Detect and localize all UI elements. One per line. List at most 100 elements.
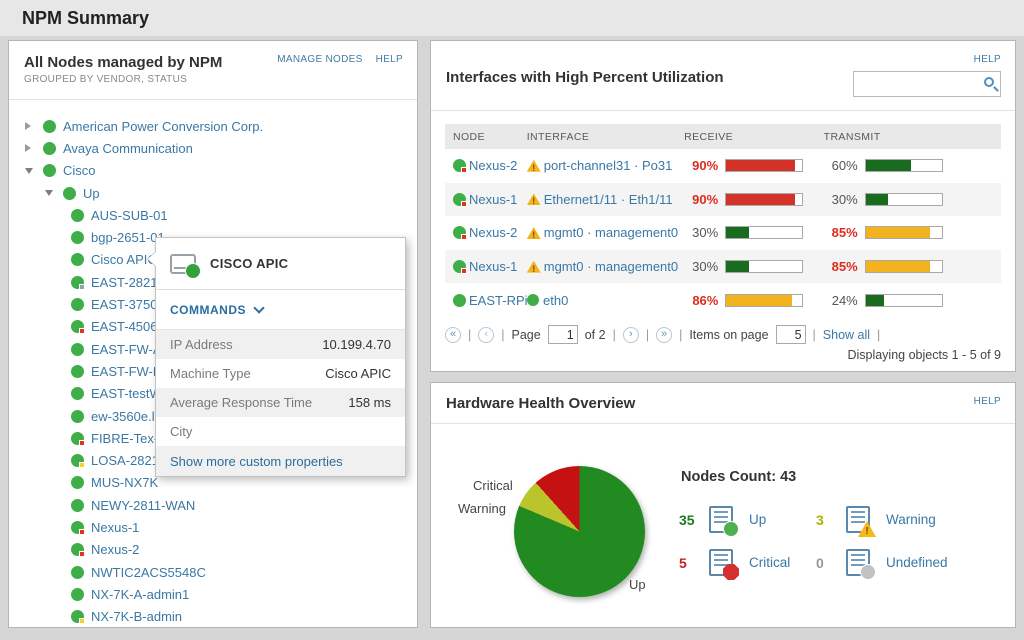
legend-item-up[interactable]: 35Up	[679, 499, 816, 540]
utilization-percent: 60%	[824, 158, 858, 173]
tree-item-american-power-conversion-corp[interactable]: American Power Conversion Corp.	[9, 115, 417, 137]
status-badge-yellow	[79, 462, 85, 468]
utilization-bar	[725, 193, 803, 206]
node-status-up-icon	[71, 432, 84, 445]
utilization-bar-fill	[866, 227, 931, 238]
utilization-percent: 30%	[684, 259, 718, 274]
collapse-arrow-icon[interactable]	[45, 190, 63, 196]
tree-item-nwtic2acs5548c[interactable]: NWTIC2ACS5548C	[9, 561, 417, 583]
panel-title: Interfaces with High Percent Utilization	[446, 69, 724, 86]
node-link[interactable]: Nexus-1	[469, 192, 517, 207]
tooltip-row-machine-type: Machine Type Cisco APIC	[156, 359, 405, 388]
utilization-bar-fill	[726, 261, 749, 272]
interface-up-icon	[527, 294, 539, 306]
node-status-up-icon	[71, 610, 84, 623]
tree-item-avaya-communication[interactable]: Avaya Communication	[9, 137, 417, 159]
items-on-page-input[interactable]	[776, 325, 806, 344]
status-badge-red	[461, 268, 467, 274]
utilization-bar-fill	[726, 295, 791, 306]
expand-arrow-icon[interactable]	[25, 144, 43, 152]
legend-label-link[interactable]: Warning	[886, 512, 936, 527]
node-link[interactable]: EAST-RPi	[469, 293, 528, 308]
interface-link[interactable]: port-channel31 · Po31	[544, 158, 673, 173]
node-cell: EAST-RPi	[445, 293, 527, 308]
tree-item-up[interactable]: Up	[9, 182, 417, 204]
tree-item-aus-sub-01[interactable]: AUS-SUB-01	[9, 204, 417, 226]
help-link[interactable]: HELP	[376, 54, 403, 65]
prev-page-button[interactable]: ‹	[478, 327, 494, 343]
separator: |	[679, 328, 682, 342]
node-status-up-icon	[71, 365, 84, 378]
legend-item-critical[interactable]: 5Critical	[679, 542, 816, 583]
interface-link[interactable]: eth0	[543, 293, 568, 308]
last-page-button[interactable]: »	[656, 327, 672, 343]
first-page-button[interactable]: «	[445, 327, 461, 343]
node-status-up-icon	[453, 260, 466, 273]
show-all-link[interactable]: Show all	[823, 328, 870, 342]
node-link[interactable]: Nexus-2	[469, 225, 517, 240]
page-of-label: of 2	[585, 328, 606, 342]
search-input[interactable]	[853, 71, 1001, 97]
next-page-button[interactable]: ›	[623, 327, 639, 343]
utilization-cell: 90%	[684, 158, 823, 173]
utilization-bar	[865, 193, 943, 206]
commands-dropdown[interactable]: COMMANDS	[156, 290, 405, 330]
tree-item-label: NWTIC2ACS5548C	[91, 565, 206, 580]
status-badge-red	[79, 440, 85, 446]
separator: |	[877, 328, 880, 342]
legend-item-undefined[interactable]: 0 Undefined	[816, 542, 986, 583]
tree-item-newy-2811-wan[interactable]: NEWY-2811-WAN	[9, 494, 417, 516]
utilization-cell: 30%	[684, 225, 823, 240]
help-link[interactable]: HELP	[974, 54, 1001, 65]
legend-warning-icon	[858, 521, 876, 537]
warning-icon	[527, 193, 541, 205]
node-link[interactable]: Nexus-1	[469, 259, 517, 274]
node-status-up-icon	[71, 566, 84, 579]
legend-count: 0	[816, 555, 838, 571]
utilization-bar	[865, 226, 943, 239]
divider	[431, 110, 1015, 111]
legend-label-link[interactable]: Critical	[749, 555, 790, 570]
collapse-arrow-icon[interactable]	[25, 168, 43, 174]
tooltip-title: CISCO APIC	[210, 256, 288, 271]
search-icon[interactable]	[984, 77, 994, 87]
interfaces-panel: HELP Interfaces with High Percent Utiliz…	[430, 40, 1016, 372]
interface-link[interactable]: mgmt0 · management0	[544, 225, 678, 240]
node-status-up-icon	[43, 164, 56, 177]
column-header-node: NODE	[445, 131, 527, 143]
page-label: Page	[512, 328, 541, 342]
divider	[431, 423, 1015, 424]
status-badge-red	[79, 529, 85, 535]
tree-item-nexus-2[interactable]: Nexus-2	[9, 539, 417, 561]
tree-item-nx-7k-b-admin[interactable]: NX-7K-B-admin	[9, 606, 417, 628]
nodes-report-icon	[846, 549, 870, 576]
interface-link[interactable]: mgmt0 · management0	[544, 259, 678, 274]
table-row: Nexus-1Ethernet1/11 · Eth1/1190%30%	[445, 183, 1001, 217]
pagination-bar: « | ‹ | Page of 2 | › | » | Items on pag…	[445, 325, 880, 344]
property-value: Cisco APIC	[325, 366, 391, 381]
legend-item-warning[interactable]: 3Warning	[816, 499, 986, 540]
help-link[interactable]: HELP	[974, 396, 1001, 407]
utilization-bar	[725, 226, 803, 239]
tree-item-nx-7k-a-admin1[interactable]: NX-7K-A-admin1	[9, 583, 417, 605]
node-link[interactable]: Nexus-2	[469, 158, 517, 173]
chevron-down-icon	[253, 302, 264, 313]
interface-link[interactable]: Ethernet1/11 · Eth1/11	[544, 192, 673, 207]
page-number-input[interactable]	[548, 325, 578, 344]
legend-up-icon	[723, 521, 739, 537]
show-more-link[interactable]: Show more custom properties	[156, 446, 405, 476]
expand-arrow-icon[interactable]	[25, 122, 43, 130]
status-badge-red	[461, 234, 467, 240]
tree-item-cisco[interactable]: Cisco	[9, 160, 417, 182]
interface-cell: eth0	[527, 293, 684, 308]
legend-label-link[interactable]: Up	[749, 512, 766, 527]
utilization-cell: 30%	[824, 192, 1001, 207]
property-label: Machine Type	[170, 366, 251, 381]
hardware-health-pie-chart[interactable]	[514, 466, 645, 597]
node-status-up-icon	[453, 193, 466, 206]
utilization-percent: 85%	[824, 225, 858, 240]
tree-item-nexus-1[interactable]: Nexus-1	[9, 516, 417, 538]
legend-label-link[interactable]: Undefined	[886, 555, 948, 570]
legend-critical-icon	[723, 564, 739, 580]
manage-nodes-link[interactable]: MANAGE NODES	[277, 54, 362, 65]
